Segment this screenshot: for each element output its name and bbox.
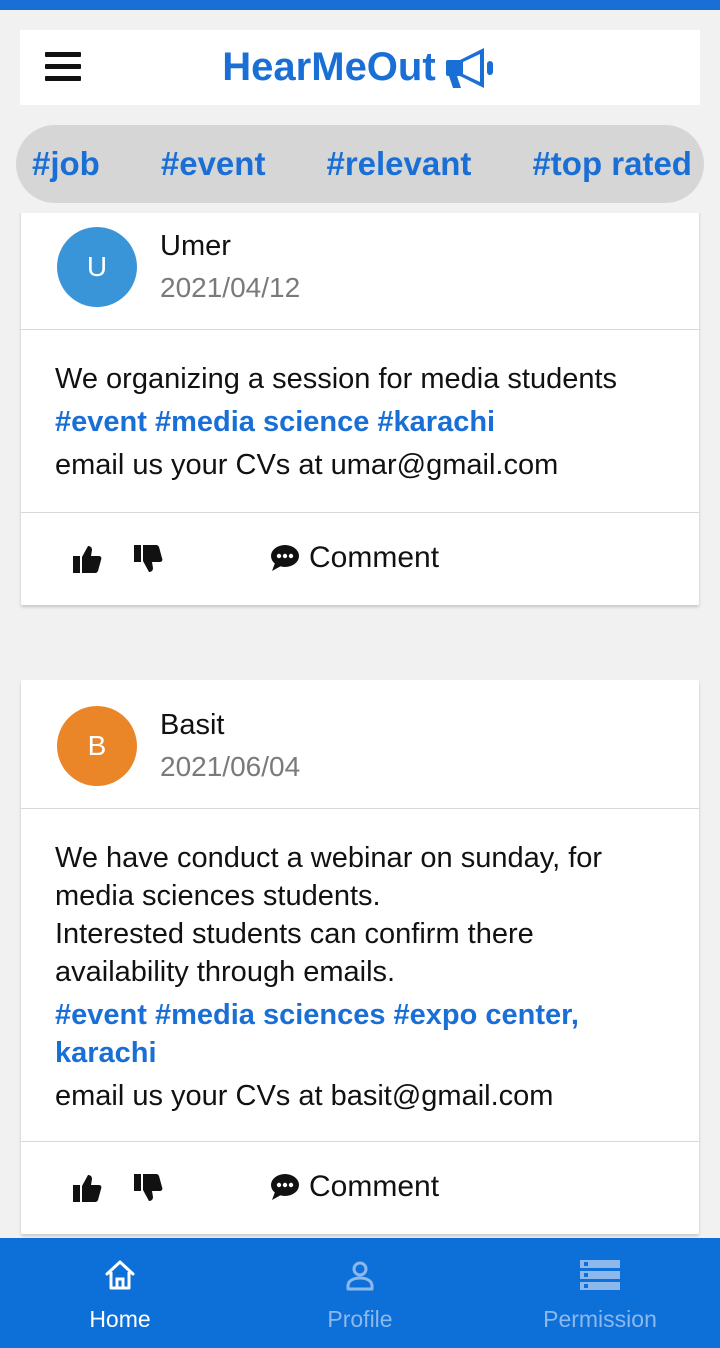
post-author[interactable]: Basit — [160, 709, 224, 742]
thumbs-up-icon[interactable] — [71, 543, 103, 575]
app-title: HearMeOut — [222, 45, 436, 89]
post-actions: Comment — [21, 513, 699, 605]
post-hashtags[interactable]: #event #media science #karachi — [55, 403, 665, 441]
nav-home[interactable]: Home — [0, 1238, 240, 1348]
tag-filter-bar: #job #event #relevant #top rated — [16, 125, 704, 203]
nav-profile-label: Profile — [327, 1306, 393, 1332]
nav-profile[interactable]: Profile — [240, 1238, 480, 1348]
tag-relevant[interactable]: #relevant — [326, 145, 471, 183]
megaphone-icon — [445, 47, 493, 88]
comment-label: Comment — [309, 1170, 440, 1203]
comment-icon — [271, 1174, 299, 1200]
comment-button[interactable]: Comment — [270, 1170, 439, 1204]
post-header: B Basit 2021/06/04 — [21, 680, 699, 809]
avatar-initial: U — [86, 251, 108, 282]
post-email-line: email us your CVs at umar@gmail.com — [55, 449, 559, 481]
server-icon — [580, 1260, 620, 1290]
app-header: HearMeOut — [20, 30, 700, 105]
avatar-initial: B — [87, 730, 107, 761]
post-body: We have conduct a webinar on sunday, for… — [21, 809, 699, 1142]
nav-permission-label: Permission — [543, 1306, 657, 1332]
avatar[interactable]: B — [57, 706, 137, 786]
post-text: We have conduct a webinar on sunday, for… — [55, 842, 603, 988]
comment-icon — [271, 545, 299, 571]
post-card: B Basit 2021/06/04 We have conduct a web… — [21, 680, 699, 1234]
nav-permission[interactable]: Permission — [480, 1238, 720, 1348]
comment-button[interactable]: Comment — [270, 541, 439, 575]
status-accent-bar — [0, 0, 720, 10]
thumbs-up-icon[interactable] — [71, 1172, 103, 1204]
post-feed[interactable]: U Umer 2021/04/12 We organizing a sessio… — [0, 213, 720, 1238]
post-body: We organizing a session for media studen… — [21, 330, 699, 513]
post-text: We organizing a session for media studen… — [55, 363, 618, 395]
post-header: U Umer 2021/04/12 — [21, 213, 699, 330]
tag-job[interactable]: #job — [32, 145, 100, 183]
post-date: 2021/04/12 — [160, 272, 301, 303]
comment-label: Comment — [309, 541, 440, 574]
thumbs-down-icon[interactable] — [132, 1172, 164, 1204]
thumbs-down-icon[interactable] — [132, 543, 164, 575]
post-card: U Umer 2021/04/12 We organizing a sessio… — [21, 213, 699, 605]
person-icon — [346, 1261, 374, 1291]
avatar[interactable]: U — [57, 227, 137, 307]
brand: HearMeOut — [222, 45, 497, 90]
nav-home-label: Home — [89, 1306, 151, 1332]
tag-event[interactable]: #event — [161, 145, 266, 183]
hamburger-menu-icon[interactable] — [45, 52, 81, 84]
tag-top-rated[interactable]: #top rated — [532, 145, 692, 183]
post-email-line: email us your CVs at basit@gmail.com — [55, 1080, 554, 1112]
bottom-navigation: Home Profile Permission — [0, 1238, 720, 1348]
home-icon — [105, 1260, 135, 1290]
post-hashtags[interactable]: #event #media sciences #expo center, kar… — [55, 996, 665, 1072]
post-actions: Comment — [21, 1142, 699, 1234]
post-date: 2021/06/04 — [160, 751, 301, 782]
post-author[interactable]: Umer — [160, 230, 231, 263]
